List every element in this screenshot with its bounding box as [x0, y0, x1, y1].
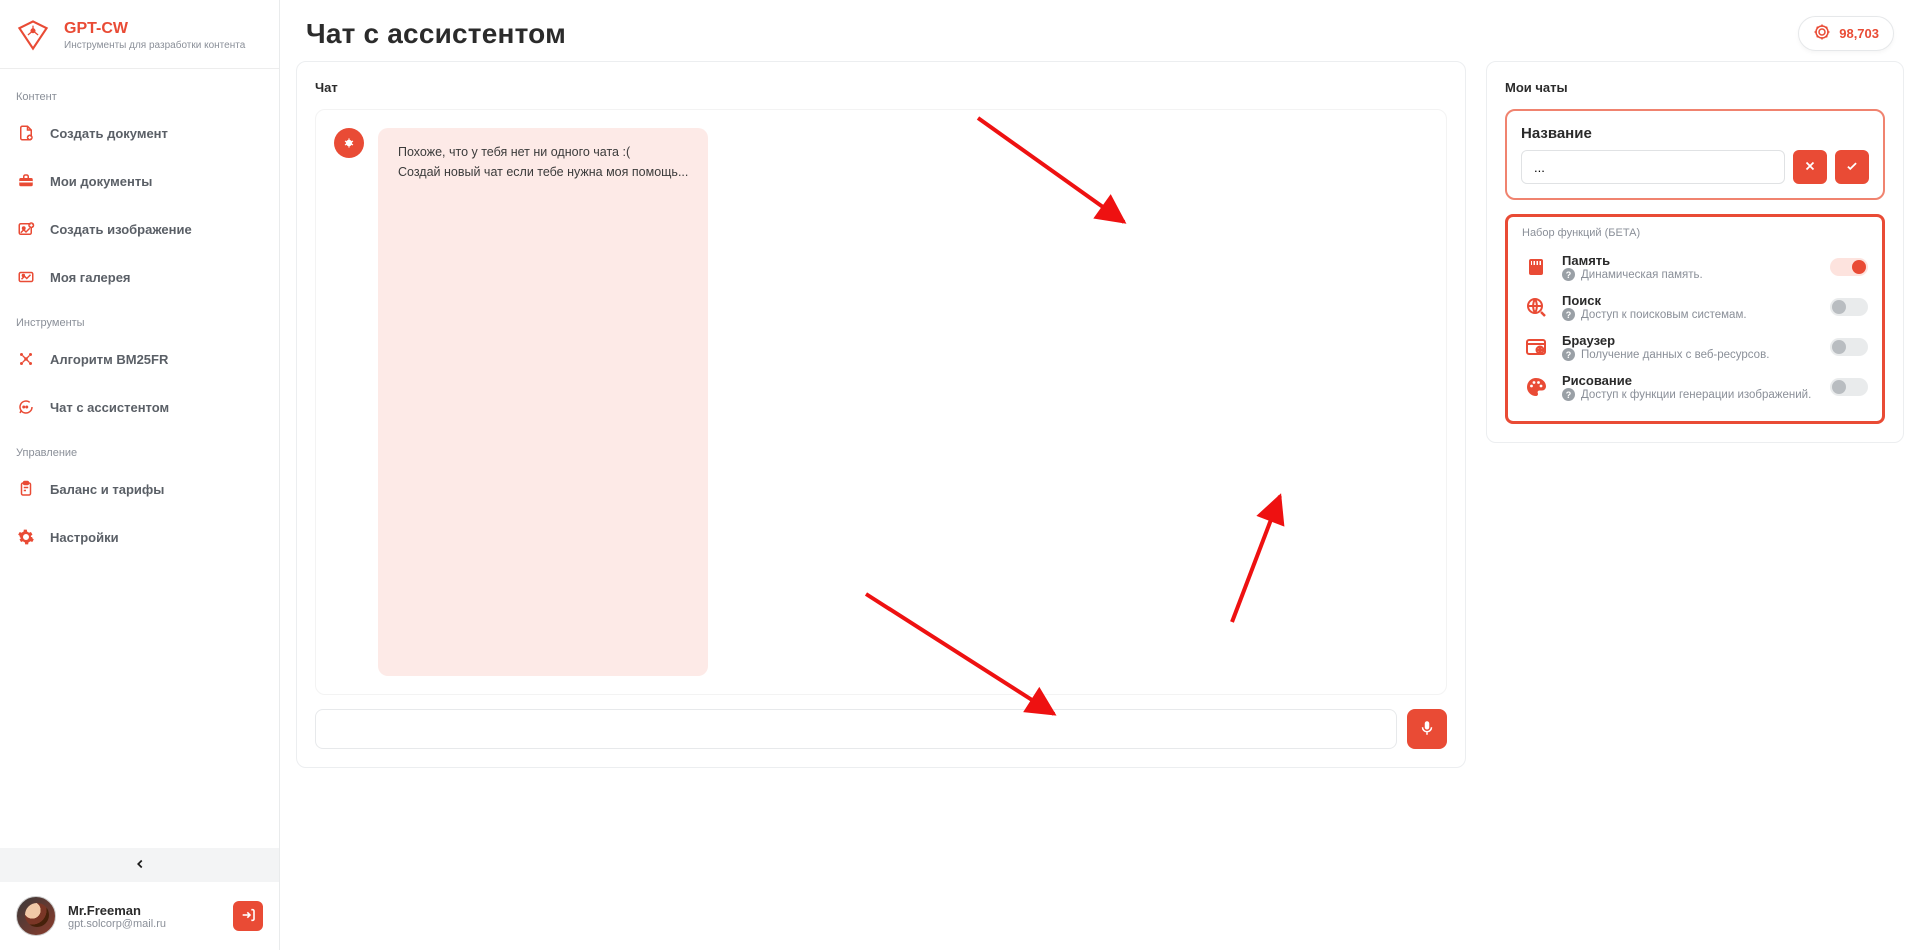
cluster-icon — [16, 349, 36, 369]
function-desc: Получение данных с веб-ресурсов. — [1581, 349, 1769, 361]
help-icon[interactable]: ? — [1562, 388, 1575, 401]
toggle-search[interactable] — [1830, 298, 1868, 316]
browser-icon — [1522, 333, 1550, 361]
toggle-browser[interactable] — [1830, 338, 1868, 356]
chat-card-title: Чат — [315, 80, 1447, 95]
function-desc: Доступ к функции генерации изображений. — [1581, 389, 1811, 401]
help-icon[interactable]: ? — [1562, 348, 1575, 361]
close-icon — [1803, 159, 1817, 176]
chat-card: Чат Похоже, что у тебя нет ни одного чат… — [296, 61, 1466, 768]
sidebar-item-label: Чат с ассистентом — [50, 400, 169, 415]
function-name: Рисование — [1562, 373, 1818, 388]
credits-pill[interactable]: 98,703 — [1798, 16, 1894, 51]
function-memory: Память ? Динамическая память. — [1520, 247, 1870, 287]
sidebar-item-create-image[interactable]: Создать изображение — [0, 205, 279, 253]
sidebar-item-create-document[interactable]: Создать документ — [0, 109, 279, 157]
sidebar-item-label: Мои документы — [50, 174, 152, 189]
briefcase-icon — [16, 171, 36, 191]
function-desc: Доступ к поисковым системам. — [1581, 309, 1747, 321]
image-plus-icon — [16, 219, 36, 239]
search-globe-icon — [1522, 293, 1550, 321]
toggle-drawing[interactable] — [1830, 378, 1868, 396]
sidebar-item-label: Создать документ — [50, 126, 168, 141]
bubble-line: Создай новый чат если тебе нужна моя пом… — [398, 162, 688, 182]
sidebar-item-my-gallery[interactable]: Моя галерея — [0, 253, 279, 301]
function-drawing: Рисование ? Доступ к функции генерации из… — [1520, 367, 1870, 407]
file-plus-icon — [16, 123, 36, 143]
bubble-line: Похоже, что у тебя нет ни одного чата :( — [398, 142, 688, 162]
function-name: Поиск — [1562, 293, 1818, 308]
clipboard-icon — [16, 479, 36, 499]
check-icon — [1845, 159, 1859, 176]
function-search: Поиск ? Доступ к поисковым системам. — [1520, 287, 1870, 327]
brand[interactable]: GPT-CW Инструменты для разработки контен… — [0, 0, 279, 62]
chat-name-input[interactable] — [1521, 150, 1785, 184]
sidebar-section-management: Управление — [0, 431, 279, 465]
logout-icon — [240, 907, 256, 926]
mic-button[interactable] — [1407, 709, 1447, 749]
logout-button[interactable] — [233, 901, 263, 931]
sidebar: GPT-CW Инструменты для разработки контен… — [0, 0, 280, 950]
message-input[interactable] — [315, 709, 1397, 749]
name-label: Название — [1521, 125, 1869, 142]
sidebar-item-label: Создать изображение — [50, 222, 192, 237]
main: Чат с ассистентом 98,703 Чат Похоже, что… — [280, 0, 1920, 950]
credits-value: 98,703 — [1839, 26, 1879, 41]
sidebar-item-settings[interactable]: Настройки — [0, 513, 279, 561]
page-title: Чат с ассистентом — [306, 18, 566, 50]
function-desc: Динамическая память. — [1581, 269, 1703, 281]
mic-icon — [1418, 719, 1436, 740]
functions-box: Набор функций (БЕТА) Память ? Динамическа… — [1505, 214, 1885, 424]
assistant-bubble: Похоже, что у тебя нет ни одного чата :(… — [378, 128, 708, 676]
confirm-button[interactable] — [1835, 150, 1869, 184]
avatar[interactable] — [16, 896, 56, 936]
cancel-button[interactable] — [1793, 150, 1827, 184]
brand-logo-icon — [16, 18, 50, 52]
credits-icon — [1813, 23, 1831, 44]
sidebar-item-label: Настройки — [50, 530, 119, 545]
function-browser: Браузер ? Получение данных с веб-ресурсов… — [1520, 327, 1870, 367]
sidebar-section-tools: Инструменты — [0, 301, 279, 335]
palette-icon — [1522, 373, 1550, 401]
functions-title: Набор функций (БЕТА) — [1522, 227, 1870, 239]
mychats-title: Мои чаты — [1505, 80, 1885, 95]
sidebar-item-label: Алгоритм BM25FR — [50, 352, 168, 367]
sidebar-section-content: Контент — [0, 75, 279, 109]
sidebar-item-balance[interactable]: Баланс и тарифы — [0, 465, 279, 513]
divider — [0, 68, 279, 69]
chat-icon — [16, 397, 36, 417]
sidebar-item-my-documents[interactable]: Мои документы — [0, 157, 279, 205]
sidebar-item-bm25fr[interactable]: Алгоритм BM25FR — [0, 335, 279, 383]
help-icon[interactable]: ? — [1562, 308, 1575, 321]
toggle-memory[interactable] — [1830, 258, 1868, 276]
gallery-icon — [16, 267, 36, 287]
function-name: Память — [1562, 253, 1818, 268]
help-icon[interactable]: ? — [1562, 268, 1575, 281]
bot-avatar-icon — [334, 128, 364, 158]
sidebar-item-label: Баланс и тарифы — [50, 482, 164, 497]
chat-body: Похоже, что у тебя нет ни одного чата :(… — [315, 109, 1447, 695]
mychats-card: Мои чаты Название Набор функций (Б — [1486, 61, 1904, 443]
brand-title: GPT-CW — [64, 20, 245, 38]
new-chat-box: Название — [1505, 109, 1885, 200]
gear-icon — [16, 527, 36, 547]
user-name: Mr.Freeman — [68, 903, 166, 918]
function-name: Браузер — [1562, 333, 1818, 348]
user-email: gpt.solcorp@mail.ru — [68, 918, 166, 930]
brand-subtitle: Инструменты для разработки контента — [64, 40, 245, 51]
sidebar-item-chat-assistant[interactable]: Чат с ассистентом — [0, 383, 279, 431]
chevron-left-icon — [133, 857, 147, 874]
sidebar-collapse-button[interactable] — [0, 848, 279, 882]
sidebar-item-label: Моя галерея — [50, 270, 131, 285]
memory-icon — [1522, 253, 1550, 281]
user-box: Mr.Freeman gpt.solcorp@mail.ru — [0, 882, 279, 950]
